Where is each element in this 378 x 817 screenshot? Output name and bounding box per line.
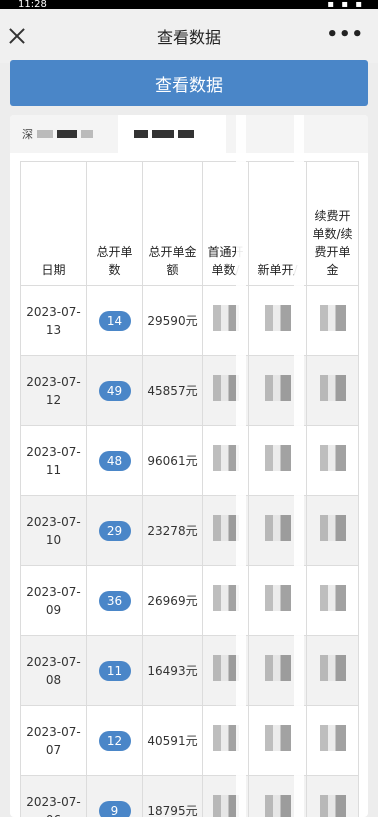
header-date: 日期 bbox=[20, 161, 87, 286]
redacted-cell bbox=[319, 655, 346, 681]
redacted-cell bbox=[264, 375, 291, 401]
count-badge[interactable]: 14 bbox=[98, 310, 131, 331]
table-header-row: 日期 总开单数 总开单金额 首通开单数/ 新单开/ 续费开单数/续费开单金 bbox=[20, 161, 359, 286]
status-icons: ▪ ▪ ▪ bbox=[327, 0, 364, 9]
table-row: 2023-07-11 48 96061元 bbox=[20, 425, 359, 496]
view-data-button[interactable]: 查看数据 bbox=[10, 60, 368, 106]
data-card: 深 日期 总开单数 总开单金额 首通开单数/ 新单开/ 续费开单数/续费开单金 bbox=[10, 115, 368, 817]
redacted-text bbox=[37, 130, 53, 138]
cell-amount: 26969元 bbox=[142, 565, 203, 636]
redacted-text bbox=[152, 130, 174, 138]
cell-date: 2023-07-06 bbox=[20, 775, 87, 817]
cell-amount: 16493元 bbox=[142, 635, 203, 706]
tab-second[interactable] bbox=[118, 115, 226, 153]
cell-date: 2023-07-13 bbox=[20, 285, 87, 356]
table-row: 2023-07-08 11 16493元 bbox=[20, 635, 359, 706]
table-row: 2023-07-13 14 29590元 bbox=[20, 285, 359, 356]
redaction-strip bbox=[294, 115, 304, 817]
table-row: 2023-07-10 29 23278元 bbox=[20, 495, 359, 566]
cell-amount: 96061元 bbox=[142, 425, 203, 496]
page-title: 查看数据 bbox=[156, 28, 221, 47]
cell-date: 2023-07-12 bbox=[20, 355, 87, 426]
count-badge[interactable]: 29 bbox=[98, 520, 131, 541]
redacted-cell bbox=[212, 515, 239, 541]
tabs: 深 bbox=[10, 115, 368, 153]
redacted-cell bbox=[264, 655, 291, 681]
redacted-cell bbox=[212, 585, 239, 611]
redacted-cell bbox=[212, 725, 239, 751]
table-row: 2023-07-06 9 18795元 bbox=[20, 775, 359, 817]
data-table: 日期 总开单数 总开单金额 首通开单数/ 新单开/ 续费开单数/续费开单金 20… bbox=[20, 161, 359, 817]
redacted-cell bbox=[212, 795, 239, 817]
count-badge[interactable]: 36 bbox=[98, 590, 131, 611]
redacted-cell bbox=[212, 305, 239, 331]
cell-amount: 29590元 bbox=[142, 285, 203, 356]
close-icon[interactable] bbox=[6, 25, 28, 47]
redacted-text bbox=[178, 130, 194, 138]
more-menu-icon[interactable]: ••• bbox=[326, 26, 364, 44]
redacted-cell bbox=[212, 655, 239, 681]
redacted-cell bbox=[319, 305, 346, 331]
cell-amount: 23278元 bbox=[142, 495, 203, 566]
cell-date: 2023-07-07 bbox=[20, 705, 87, 776]
tab-first[interactable]: 深 bbox=[10, 115, 118, 153]
redacted-cell bbox=[319, 375, 346, 401]
redacted-cell bbox=[319, 725, 346, 751]
tab-first-label: 深 bbox=[22, 128, 33, 141]
status-time: 11:28 bbox=[18, 0, 47, 9]
redacted-text bbox=[81, 130, 93, 138]
table-row: 2023-07-09 36 26969元 bbox=[20, 565, 359, 636]
redacted-cell bbox=[264, 795, 291, 817]
table-row: 2023-07-12 49 45857元 bbox=[20, 355, 359, 426]
header-total-amount: 总开单金额 bbox=[142, 161, 203, 286]
cell-date: 2023-07-10 bbox=[20, 495, 87, 566]
redacted-cell bbox=[264, 445, 291, 471]
cell-amount: 40591元 bbox=[142, 705, 203, 776]
cell-date: 2023-07-11 bbox=[20, 425, 87, 496]
redacted-cell bbox=[319, 515, 346, 541]
title-bar: 查看数据 ••• bbox=[0, 9, 378, 63]
header-total-count: 总开单数 bbox=[86, 161, 143, 286]
cell-date: 2023-07-08 bbox=[20, 635, 87, 706]
redacted-cell bbox=[212, 375, 239, 401]
count-badge[interactable]: 11 bbox=[98, 660, 131, 681]
header-renewal-count: 续费开单数/续费开单金 bbox=[306, 161, 359, 286]
redacted-cell bbox=[264, 515, 291, 541]
redacted-text bbox=[134, 130, 148, 138]
redacted-cell bbox=[319, 795, 346, 817]
cell-amount: 45857元 bbox=[142, 355, 203, 426]
redacted-cell bbox=[319, 585, 346, 611]
redacted-text bbox=[57, 130, 77, 138]
count-badge[interactable]: 12 bbox=[98, 730, 131, 751]
count-badge[interactable]: 48 bbox=[98, 450, 131, 471]
redaction-strip bbox=[236, 115, 246, 817]
count-badge[interactable]: 49 bbox=[98, 380, 131, 401]
cell-amount: 18795元 bbox=[142, 775, 203, 817]
status-bar: 11:28 ▪ ▪ ▪ bbox=[0, 0, 378, 9]
cell-date: 2023-07-09 bbox=[20, 565, 87, 636]
redacted-cell bbox=[264, 305, 291, 331]
count-badge[interactable]: 9 bbox=[98, 800, 131, 817]
redacted-cell bbox=[319, 445, 346, 471]
redacted-cell bbox=[264, 725, 291, 751]
redacted-cell bbox=[264, 585, 291, 611]
table-row: 2023-07-07 12 40591元 bbox=[20, 705, 359, 776]
redacted-cell bbox=[212, 445, 239, 471]
